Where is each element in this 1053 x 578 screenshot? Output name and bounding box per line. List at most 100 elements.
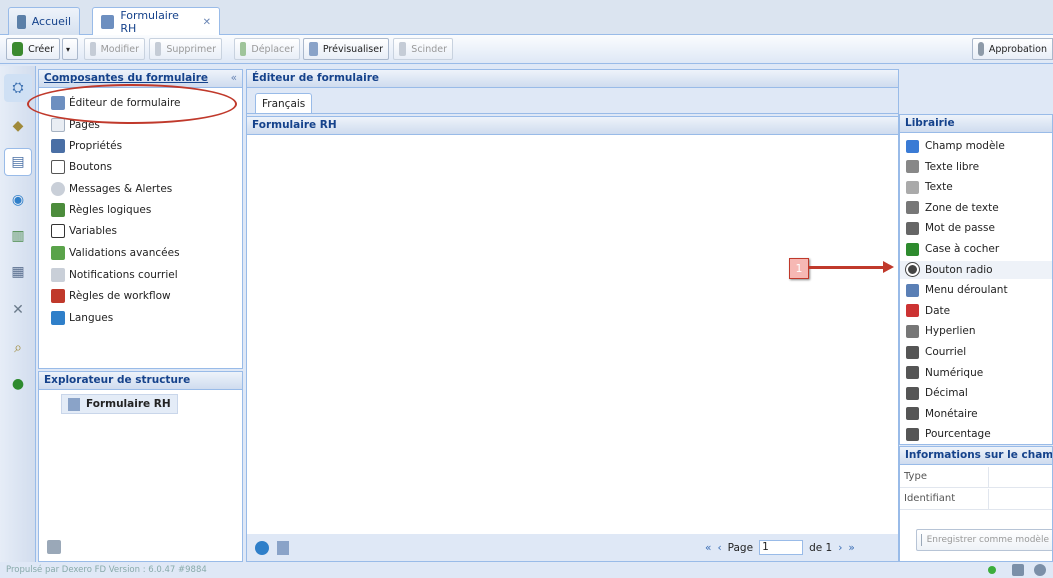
library-item-email[interactable]: Courriel xyxy=(906,343,966,361)
library-item-decimal[interactable]: Décimal xyxy=(906,384,968,402)
library-item-text[interactable]: Texte xyxy=(906,178,953,196)
structure-panel-header: Explorateur de structure xyxy=(39,372,242,390)
page-settings-icon[interactable] xyxy=(277,541,289,555)
form-editor-icon xyxy=(51,96,65,110)
rail-search-icon[interactable]: ⌕ xyxy=(4,334,32,362)
page-icon xyxy=(51,118,65,132)
annotation-badge: 1 xyxy=(789,258,809,279)
rail-tools-icon[interactable]: ✕ xyxy=(4,296,32,324)
languages-icon xyxy=(51,311,65,325)
component-languages[interactable]: Langues xyxy=(51,309,113,327)
approval-button[interactable]: Approbation xyxy=(972,38,1053,60)
library-item-password[interactable]: Mot de passe xyxy=(906,219,995,237)
rail-home-icon[interactable]: ⛭ xyxy=(4,74,32,102)
field-info-panel: Informations sur le champ Type Identifia… xyxy=(899,446,1053,562)
structure-item-form[interactable]: Formulaire RH xyxy=(61,394,178,414)
chevron-down-icon: ▾ xyxy=(66,44,71,54)
library-panel: Librairie Champ modèle Texte libre Texte Zo… xyxy=(899,114,1053,445)
components-panel: Composantes du formulaire « Éditeur de f… xyxy=(27,69,243,369)
collapse-icon[interactable]: « xyxy=(231,72,237,85)
components-panel-header: Composantes du formulaire « xyxy=(39,70,242,88)
toolbar: Créer ▾ Modifier Supprimer Déplacer Prév… xyxy=(0,35,1053,64)
field-info-header: Informations sur le champ xyxy=(900,447,1052,465)
annotation-arrowhead xyxy=(883,261,894,273)
logic-icon xyxy=(51,203,65,217)
move-icon xyxy=(240,42,247,56)
rail-forms-icon[interactable]: ▤ xyxy=(4,148,32,176)
editor-panel-header: Éditeur de formulaire xyxy=(247,70,898,88)
create-dropdown-button[interactable]: ▾ xyxy=(62,38,78,60)
library-item-radio[interactable]: Bouton radio xyxy=(900,260,1052,279)
rail-globe-icon[interactable]: ◉ xyxy=(4,186,32,214)
component-logic-rules[interactable]: Règles logiques xyxy=(51,201,151,219)
tab-language-fr[interactable]: Français xyxy=(255,93,313,113)
rail-database-icon[interactable]: ▦ xyxy=(4,258,32,286)
add-page-icon[interactable] xyxy=(255,541,269,555)
help-icon[interactable] xyxy=(1012,564,1024,576)
rail-world-icon[interactable]: ● xyxy=(4,370,32,398)
variables-icon xyxy=(51,224,65,238)
rail-chart-icon[interactable]: ▥ xyxy=(4,222,32,250)
component-validations[interactable]: Validations avancées xyxy=(51,244,180,262)
split-button[interactable]: Scinder xyxy=(393,38,453,60)
currency-icon xyxy=(906,407,919,421)
component-variables[interactable]: Variables xyxy=(51,222,117,240)
create-button[interactable]: Créer xyxy=(6,38,60,60)
prev-page-icon[interactable]: ‹ xyxy=(717,542,721,554)
delete-button[interactable]: Supprimer xyxy=(149,38,222,60)
checkbox-icon xyxy=(906,242,919,256)
message-icon xyxy=(51,182,65,196)
validation-icon xyxy=(51,246,65,260)
password-icon xyxy=(906,221,919,235)
status-dot-icon xyxy=(988,566,996,574)
form-canvas-title: Formulaire RH xyxy=(247,117,898,135)
dropdown-icon xyxy=(906,283,919,297)
next-page-icon[interactable]: › xyxy=(838,542,842,554)
component-form-editor[interactable]: Éditeur de formulaire xyxy=(51,94,181,112)
component-pages[interactable]: Pages xyxy=(51,116,100,134)
date-icon xyxy=(906,304,919,318)
library-item-date[interactable]: Date xyxy=(906,302,950,320)
move-button[interactable]: Déplacer xyxy=(234,38,300,60)
buttons-icon xyxy=(51,160,65,174)
home-icon xyxy=(17,14,26,29)
approval-icon xyxy=(978,42,984,56)
left-rail: ⛭ ◆ ▤ ◉ ▥ ▦ ✕ ⌕ ● xyxy=(0,66,36,562)
library-item-template-field[interactable]: Champ modèle xyxy=(906,137,1005,155)
text-icon xyxy=(906,180,919,194)
form-canvas[interactable]: Formulaire RH xyxy=(247,116,898,534)
split-icon xyxy=(399,42,407,56)
library-item-link[interactable]: Hyperlien xyxy=(906,322,976,340)
editor-panel: Éditeur de formulaire Français Formulair… xyxy=(246,69,899,562)
preview-button[interactable]: Prévisualiser xyxy=(303,38,389,60)
close-icon[interactable]: ✕ xyxy=(203,17,211,28)
trash-icon xyxy=(155,42,162,56)
library-item-percent[interactable]: Pourcentage xyxy=(906,425,991,443)
library-item-textarea[interactable]: Zone de texte xyxy=(906,199,999,217)
library-item-numeric[interactable]: Numérique xyxy=(906,364,983,382)
settings-icon[interactable] xyxy=(1034,564,1046,576)
rail-eraser-icon[interactable]: ◆ xyxy=(4,112,32,140)
tab-formulaire-rh[interactable]: Formulaire RH ✕ xyxy=(92,7,220,36)
component-workflow-rules[interactable]: Règles de workflow xyxy=(51,287,171,305)
first-page-icon[interactable]: « xyxy=(705,542,711,554)
trash-icon[interactable] xyxy=(47,540,61,554)
component-properties[interactable]: Propriétés xyxy=(51,137,122,155)
last-page-icon[interactable]: » xyxy=(848,542,854,554)
component-messages[interactable]: Messages & Alertes xyxy=(51,180,172,198)
radio-icon xyxy=(906,263,919,277)
save-template-button[interactable]: Enregistrer comme modèle xyxy=(916,529,1052,551)
form-icon xyxy=(101,15,115,29)
component-notifications[interactable]: Notifications courriel xyxy=(51,266,178,284)
component-buttons[interactable]: Boutons xyxy=(51,158,112,176)
decimal-icon xyxy=(906,386,919,400)
library-item-checkbox[interactable]: Case à cocher xyxy=(906,240,999,258)
percent-icon xyxy=(906,427,919,441)
tab-accueil[interactable]: Accueil xyxy=(8,7,80,35)
edit-button[interactable]: Modifier xyxy=(84,38,145,60)
library-item-free-text[interactable]: Texte libre xyxy=(906,158,979,176)
library-item-currency[interactable]: Monétaire xyxy=(906,405,978,423)
library-item-dropdown[interactable]: Menu déroulant xyxy=(906,281,1008,299)
numeric-icon xyxy=(906,366,919,380)
page-input[interactable]: 1 xyxy=(759,540,804,555)
